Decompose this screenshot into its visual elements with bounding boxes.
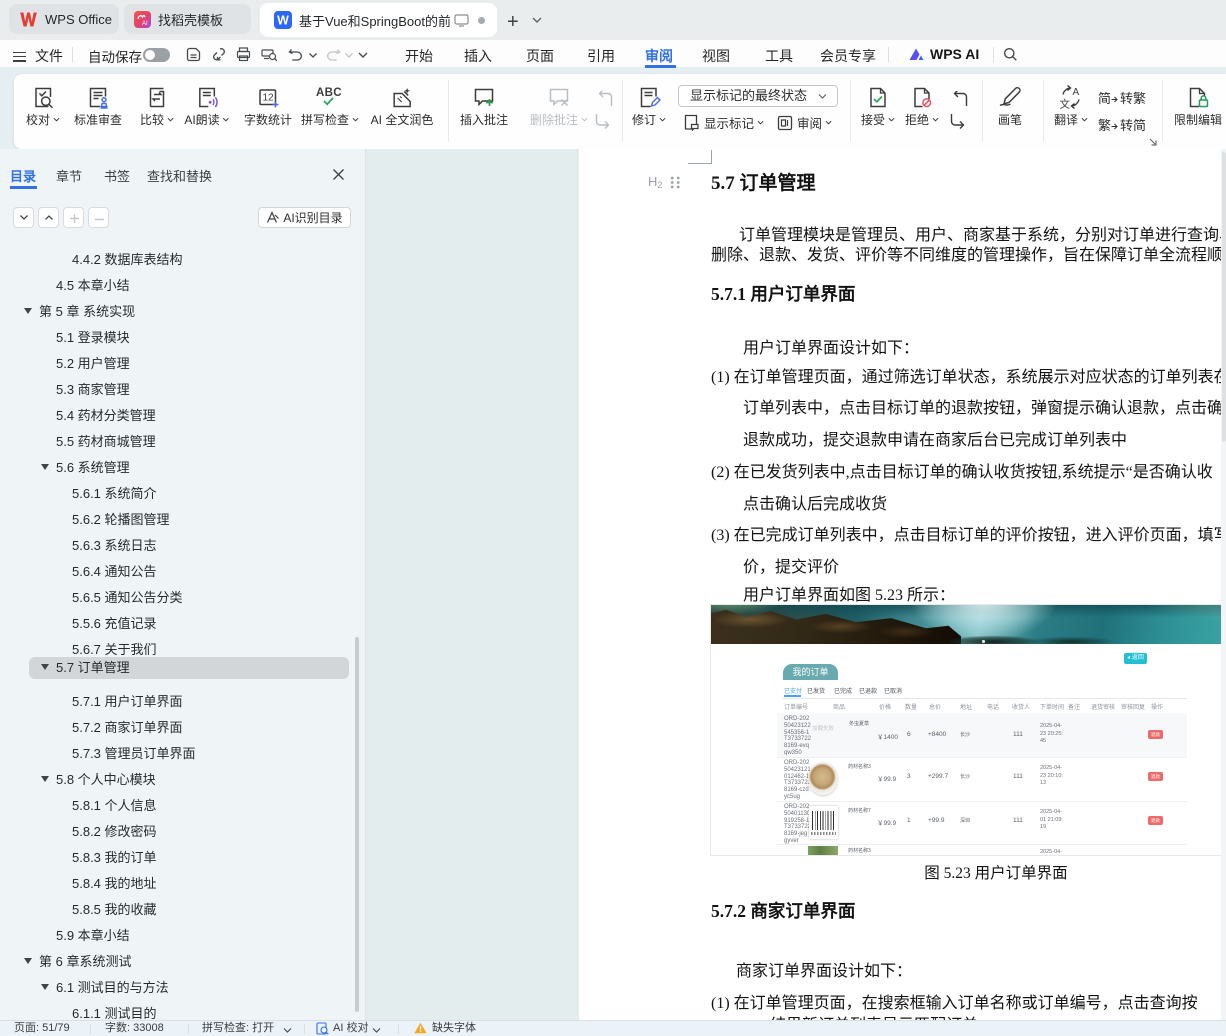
svg-text:A: A [1072, 87, 1079, 98]
svg-text:12: 12 [262, 92, 274, 103]
svg-text:ABC: ABC [316, 87, 342, 99]
svg-text:AI: AI [142, 21, 148, 27]
svg-text:文: 文 [1059, 98, 1070, 110]
